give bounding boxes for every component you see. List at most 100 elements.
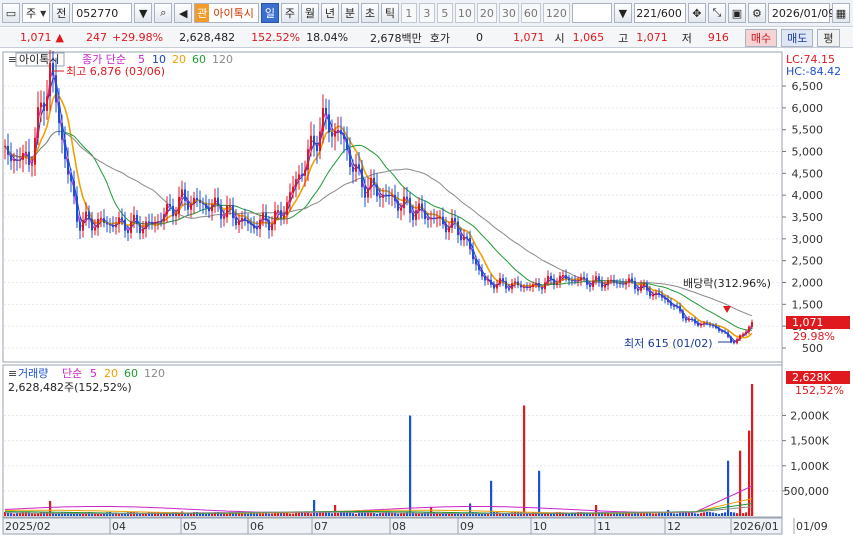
candle-body bbox=[163, 214, 165, 222]
code-dropdown-button[interactable]: ▼ bbox=[134, 3, 153, 23]
volume-menu-icon[interactable]: ≡ bbox=[8, 367, 17, 380]
interval-3[interactable]: 3 bbox=[418, 3, 435, 23]
candle-body bbox=[580, 277, 582, 281]
period-second[interactable]: 초 bbox=[360, 3, 379, 23]
period-day[interactable]: 일 bbox=[260, 3, 279, 23]
candle-body bbox=[160, 221, 162, 223]
candle-body bbox=[115, 224, 117, 228]
candle-body bbox=[535, 282, 537, 285]
candle-body bbox=[277, 210, 279, 212]
candle-body bbox=[661, 294, 663, 298]
volume-bar bbox=[730, 512, 733, 516]
interval-dropdown-button[interactable]: ▼ bbox=[613, 3, 632, 23]
volume-bar bbox=[523, 405, 526, 516]
candle-body bbox=[40, 102, 42, 108]
chart-area[interactable]: ≡ 아이톡시 종가 단순 5 10 20 60 120 LC:74.15 HC:… bbox=[0, 50, 853, 542]
price-y-ticks: 6,500 6,000 5,500 5,000 4,500 4,000 3,500 3,000… bbox=[782, 80, 823, 355]
prefix-button[interactable]: 전 bbox=[52, 3, 71, 23]
candle-body bbox=[271, 224, 273, 231]
search-icon[interactable]: ⌕ bbox=[154, 3, 173, 23]
buy-button[interactable]: 매수 bbox=[744, 28, 778, 47]
compare-icon[interactable]: ⤡ bbox=[707, 3, 726, 23]
candle-body bbox=[169, 204, 171, 206]
x-tick-label: 04 bbox=[112, 520, 126, 533]
volume-bar bbox=[328, 512, 331, 516]
candle-body bbox=[367, 188, 369, 198]
period-tick[interactable]: 틱 bbox=[380, 3, 399, 23]
interval-custom-input[interactable] bbox=[571, 3, 612, 23]
interval-20[interactable]: 20 bbox=[476, 3, 497, 23]
price-tick-label: 4,000 bbox=[792, 189, 824, 202]
interval-60[interactable]: 60 bbox=[520, 3, 541, 23]
gear-icon[interactable]: ⚙ bbox=[747, 3, 766, 23]
interval-120[interactable]: 120 bbox=[542, 3, 570, 23]
dividend-annotation-text: 배당락(312.96%) bbox=[683, 277, 771, 290]
volume-bar bbox=[358, 513, 361, 516]
candle-body bbox=[373, 177, 375, 185]
period-minute[interactable]: 분 bbox=[340, 3, 359, 23]
current-pct-label: 29.98% bbox=[793, 330, 835, 343]
volume-bar bbox=[634, 513, 637, 516]
candle-body bbox=[88, 211, 90, 220]
candle-body bbox=[718, 327, 720, 331]
candle-body bbox=[361, 168, 363, 187]
interval-10[interactable]: 10 bbox=[454, 3, 475, 23]
x-tick-label: 11 bbox=[597, 520, 611, 533]
candle-body bbox=[295, 179, 297, 187]
candle-body bbox=[136, 214, 138, 225]
candle-body bbox=[100, 218, 102, 220]
sell-button[interactable]: 매도 bbox=[781, 28, 814, 47]
candle-body bbox=[391, 194, 393, 196]
volume-bar bbox=[319, 512, 322, 516]
candle-body bbox=[61, 123, 63, 140]
period-week[interactable]: 주 bbox=[280, 3, 299, 23]
price-tick-label: 3,000 bbox=[792, 233, 824, 246]
period-year[interactable]: 년 bbox=[320, 3, 339, 23]
stock-name-box[interactable]: 관 아이톡시 bbox=[194, 3, 259, 23]
volume-label: 거래량 bbox=[18, 367, 48, 380]
candle-body bbox=[424, 210, 426, 219]
candle-body bbox=[508, 288, 510, 290]
calendar-icon[interactable]: ▦ bbox=[831, 3, 850, 23]
stock-tag: 관 bbox=[195, 4, 210, 22]
code-input[interactable]: 052770 bbox=[72, 3, 133, 23]
eval-button[interactable]: 평 bbox=[817, 28, 840, 47]
chart-settings-icon[interactable]: ✥ bbox=[687, 3, 706, 23]
volume-bar bbox=[349, 512, 352, 516]
interval-30[interactable]: 30 bbox=[498, 3, 519, 23]
volume-bar bbox=[589, 513, 592, 516]
volume-bar bbox=[691, 512, 694, 516]
volume-bar bbox=[742, 513, 745, 516]
interval-1[interactable]: 1 bbox=[400, 3, 417, 23]
stock-chart[interactable]: ≡ 아이톡시 종가 단순 5 10 20 60 120 LC:74.15 HC:… bbox=[0, 50, 853, 542]
candle-body bbox=[112, 224, 114, 228]
volume-bar bbox=[271, 513, 274, 516]
count-input[interactable]: 221/600 bbox=[633, 3, 686, 23]
candle-body bbox=[193, 197, 195, 205]
quote-price: 1,071 bbox=[513, 31, 545, 44]
date-input[interactable]: 2026/01/09 bbox=[767, 3, 835, 23]
candle-body bbox=[712, 325, 714, 327]
candle-body bbox=[334, 130, 336, 137]
candle-body bbox=[463, 236, 465, 241]
candle-body bbox=[724, 331, 726, 333]
type-select[interactable]: 주 ▼ bbox=[22, 3, 51, 23]
volume-bar bbox=[133, 512, 136, 516]
candle-body bbox=[322, 107, 324, 132]
candle-body bbox=[82, 220, 84, 231]
candle-body bbox=[610, 279, 612, 281]
candle-body bbox=[703, 323, 705, 325]
candle-body bbox=[208, 208, 210, 212]
candle-body bbox=[370, 177, 372, 189]
window-icon[interactable]: ▭ bbox=[2, 3, 20, 23]
low-label: 저 bbox=[681, 31, 692, 45]
save-icon[interactable]: ▣ bbox=[727, 3, 746, 23]
candle-body bbox=[235, 218, 237, 225]
period-month[interactable]: 월 bbox=[300, 3, 319, 23]
sound-icon[interactable]: ◀ bbox=[174, 3, 193, 23]
x-tick-label: 07 bbox=[314, 520, 328, 533]
chevron-down-icon: ▼ bbox=[40, 8, 47, 18]
candle-body bbox=[220, 205, 222, 219]
volume-bar bbox=[673, 513, 676, 516]
interval-5[interactable]: 5 bbox=[436, 3, 453, 23]
